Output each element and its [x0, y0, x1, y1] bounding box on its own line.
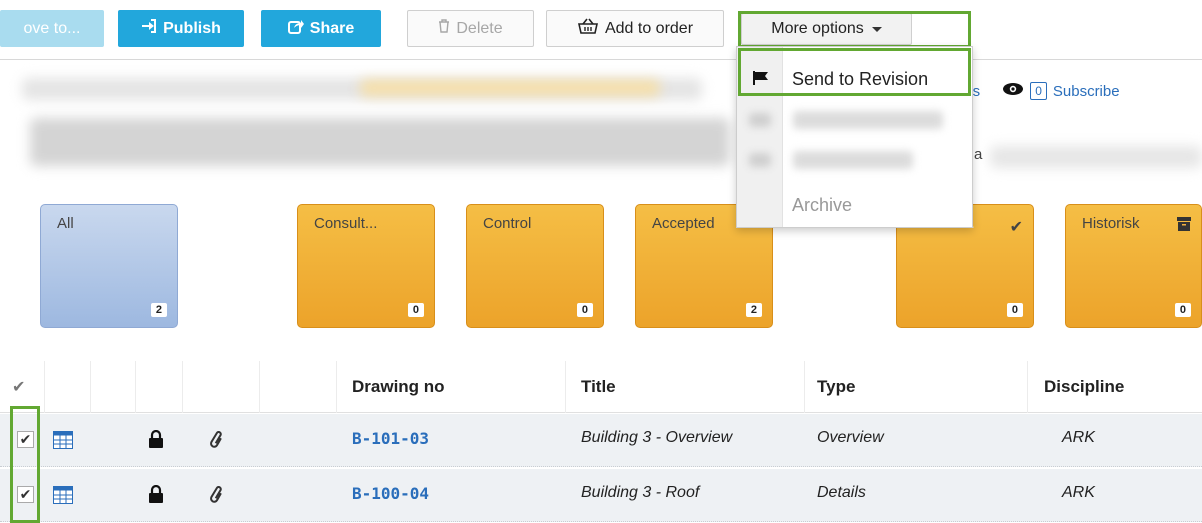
move-to-label: ove to... — [23, 19, 81, 37]
tile-count: 2 — [745, 303, 762, 317]
column-divider — [259, 361, 260, 413]
table-grid-icon[interactable] — [53, 486, 73, 509]
sign-in-icon — [141, 19, 157, 38]
basket-icon — [577, 17, 599, 40]
menu-item-label: Archive — [792, 194, 853, 215]
row-checkbox[interactable]: ✔ — [17, 486, 34, 503]
column-drawing-no[interactable]: Drawing no — [352, 377, 445, 397]
publish-label: Publish — [163, 19, 221, 37]
row-type: Overview — [817, 429, 884, 446]
menu-item-send-to-revision[interactable]: Send to Revision — [737, 59, 973, 99]
blurred-menu-item — [793, 111, 943, 129]
column-divider — [135, 361, 136, 413]
table-row[interactable]: ✔ B-100-04 Building 3 - Roof Details ARK — [0, 469, 1202, 522]
more-options-label: More options — [771, 20, 864, 37]
table-row[interactable]: ✔ B-101-03 Building 3 - Overview Overvie… — [0, 414, 1202, 467]
blurred-menu-item — [793, 151, 913, 169]
paperclip-icon[interactable] — [208, 429, 226, 454]
row-type: Details — [817, 484, 866, 501]
share-icon — [287, 19, 304, 39]
tile-count: 0 — [407, 303, 424, 317]
tile-count: 0 — [1174, 303, 1191, 317]
archive-box-icon — [1177, 217, 1191, 236]
toolbar: ove to... Publish Share Delete Add to or… — [0, 0, 1202, 60]
delete-label: Delete — [456, 19, 503, 37]
lock-icon — [148, 484, 164, 508]
tile-count: 0 — [1006, 303, 1023, 317]
tile-label: Historisk — [1082, 215, 1140, 232]
subscriber-count: 0 — [1030, 82, 1047, 100]
row-discipline: ARK — [1062, 429, 1095, 446]
column-discipline[interactable]: Discipline — [1044, 377, 1124, 397]
tile-all[interactable]: All 2 — [40, 204, 178, 328]
column-divider — [1027, 361, 1028, 413]
column-divider — [804, 361, 805, 413]
paperclip-icon[interactable] — [208, 484, 226, 509]
publish-button[interactable]: Publish — [118, 10, 244, 47]
row-checkbox[interactable]: ✔ — [17, 431, 34, 448]
blurred-info — [990, 146, 1202, 168]
tile-count: 2 — [150, 303, 167, 317]
blurred-menu-icon — [749, 113, 771, 127]
tile-count: 0 — [576, 303, 593, 317]
eye-icon — [1002, 82, 1024, 100]
blurred-title — [30, 118, 730, 166]
flag-icon — [753, 71, 769, 90]
tile-label: All — [57, 215, 74, 232]
column-type[interactable]: Type — [817, 377, 855, 397]
tile-consult[interactable]: Consult... 0 — [297, 204, 435, 328]
tile-control[interactable]: Control 0 — [466, 204, 604, 328]
more-options-button[interactable]: More options — [741, 13, 912, 45]
tile-historisk[interactable]: Historisk 0 — [1065, 204, 1202, 328]
drawing-no-link[interactable]: B-100-04 — [352, 484, 429, 503]
checkmark-icon: ✔ — [1009, 219, 1023, 236]
column-divider — [90, 361, 91, 413]
trash-icon — [438, 19, 450, 38]
chevron-down-icon — [871, 26, 882, 32]
tile-label: Consult... — [314, 215, 378, 232]
subscribe-link[interactable]: Subscribe — [1053, 83, 1120, 100]
tile-label: Accepted — [652, 215, 715, 232]
share-button[interactable]: Share — [261, 10, 381, 47]
tile-label: Control — [483, 215, 532, 232]
blurred-menu-icon — [749, 153, 771, 167]
column-divider — [44, 361, 45, 413]
add-to-order-button[interactable]: Add to order — [546, 10, 724, 47]
drawing-no-link[interactable]: B-101-03 — [352, 429, 429, 448]
select-all-check-icon[interactable]: ✔ — [12, 377, 25, 397]
move-to-button[interactable]: ove to... — [0, 10, 104, 47]
table-header: ✔ Drawing no Title Type Discipline — [0, 361, 1202, 413]
column-divider — [565, 361, 566, 413]
blurred-highlight — [360, 80, 660, 96]
lock-icon — [148, 429, 164, 453]
table-grid-icon[interactable] — [53, 431, 73, 454]
row-discipline: ARK — [1062, 484, 1095, 501]
add-to-order-label: Add to order — [604, 19, 694, 37]
column-divider — [336, 361, 337, 413]
row-title: Building 3 - Roof — [581, 484, 700, 501]
column-divider — [182, 361, 183, 413]
share-label: Share — [309, 19, 355, 37]
menu-item-archive[interactable]: Archive — [737, 185, 973, 225]
menu-item-label: Send to Revision — [792, 68, 929, 89]
delete-button[interactable]: Delete — [407, 10, 534, 47]
partial-text: a — [974, 146, 983, 163]
subscribe-row: ons 0 Subscribe — [956, 82, 1120, 100]
row-title: Building 3 - Overview — [581, 429, 733, 446]
column-title[interactable]: Title — [581, 377, 616, 397]
more-options-menu: Send to Revision Archive — [736, 46, 973, 228]
